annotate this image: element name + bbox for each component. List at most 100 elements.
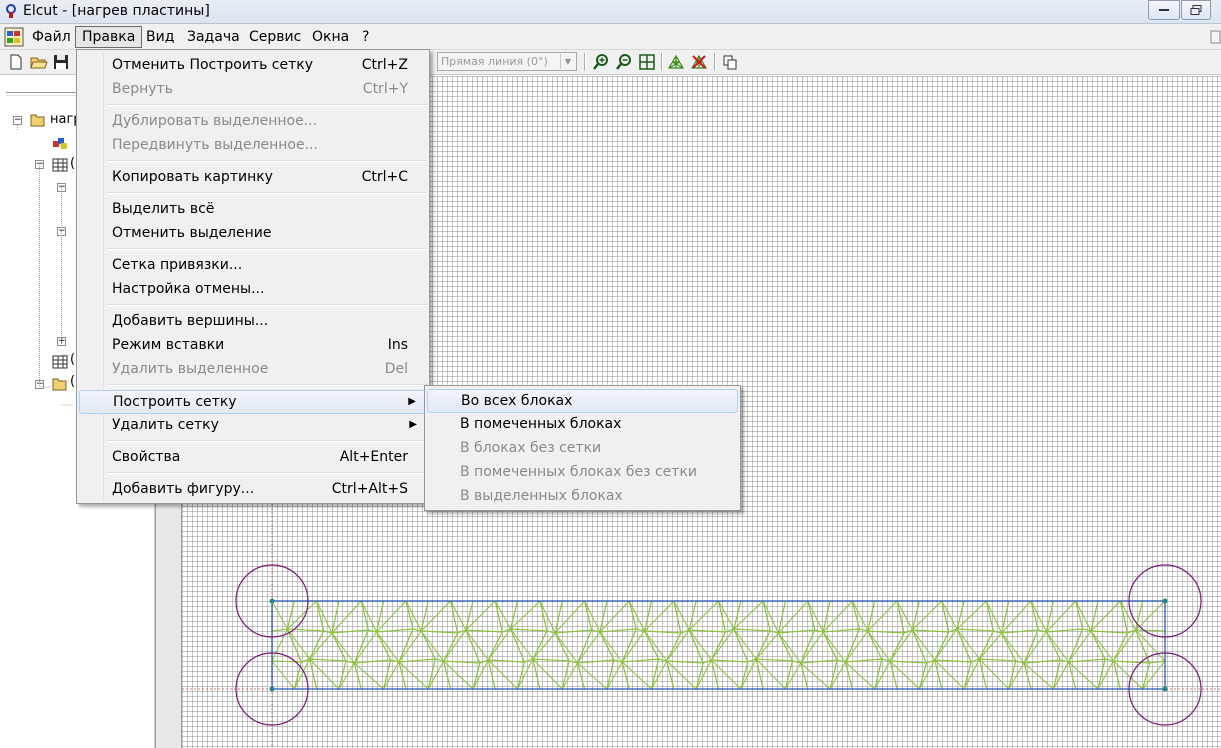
submenu-blocks-without-mesh[interactable]: В блоках без сетки <box>427 437 738 461</box>
mesh-cell <box>1000 629 1039 664</box>
edit-menu: Отменить Построить сетку Ctrl+Z Вернуть … <box>76 49 430 504</box>
mesh-cell <box>1134 629 1166 664</box>
zoom-out-icon[interactable] <box>615 53 633 71</box>
mesh-cell <box>487 628 526 663</box>
mesh-cell <box>941 600 965 633</box>
mesh-cell <box>1090 630 1129 662</box>
mesh-cell <box>1023 629 1062 664</box>
menu-item-shortcut: Ins <box>387 337 408 353</box>
mesh-cell <box>442 629 481 664</box>
menu-task[interactable]: Задача <box>181 27 246 47</box>
submenu-marked-blocks-without-mesh[interactable]: В помеченных блоках без сетки <box>427 461 738 485</box>
mesh-cell <box>494 600 519 633</box>
menu-properties[interactable]: Свойства Alt+Enter <box>79 446 427 470</box>
mesh-cell <box>717 600 742 633</box>
mesh-cell <box>398 628 437 663</box>
menu-item-label: Удалить сетку <box>112 417 219 433</box>
menu-undo-build-mesh[interactable]: Отменить Построить сетку Ctrl+Z <box>79 54 427 78</box>
mesh-cell <box>308 630 347 662</box>
zoom-fit-icon[interactable] <box>638 53 656 71</box>
mesh-cell <box>800 629 838 664</box>
elcut-app-icon[interactable] <box>3 3 20 20</box>
toolbar-separator <box>584 53 586 71</box>
menu-edit[interactable]: Правка <box>75 26 143 48</box>
save-icon[interactable] <box>52 53 70 71</box>
menu-separator <box>107 248 427 250</box>
menu-delete-selection[interactable]: Удалить выделенное Del <box>79 358 427 382</box>
menu-snap-grid[interactable]: Сетка привязки... <box>79 254 427 278</box>
build-mesh-icon[interactable] <box>667 53 685 71</box>
menu-item-label: В помеченных блоках без сетки <box>460 464 698 480</box>
mesh-cell <box>576 629 615 664</box>
mesh-cell <box>866 630 905 662</box>
remove-mesh-icon[interactable] <box>690 53 708 71</box>
menu-help[interactable]: ? <box>356 27 375 47</box>
menu-remove-mesh[interactable]: Удалить сетку ▶ <box>79 414 427 438</box>
mesh-cell <box>1067 628 1106 663</box>
mesh-cell <box>353 629 392 664</box>
menu-item-label: Отменить выделение <box>112 225 272 241</box>
menu-item-label: Настройка отмены... <box>112 281 265 297</box>
menu-add-vertices[interactable]: Добавить вершины... <box>79 310 427 334</box>
menu-item-label: Передвинуть выделенное... <box>112 137 318 153</box>
new-file-icon[interactable] <box>7 53 25 71</box>
menu-copy-picture[interactable]: Копировать картинку Ctrl+C <box>79 166 427 190</box>
submenu-all-blocks[interactable]: Во всех блоках <box>427 389 738 413</box>
mesh-cell <box>777 629 816 664</box>
mesh-cell <box>621 628 660 663</box>
mesh-cell <box>844 628 883 663</box>
menu-insert-mode[interactable]: Режим вставки Ins <box>79 334 427 358</box>
menu-item-label: Добавить фигуру... <box>112 481 255 497</box>
zoom-in-icon[interactable] <box>592 53 610 71</box>
menu-undo-settings[interactable]: Настройка отмены... <box>79 278 427 302</box>
tree-connector-lines <box>17 125 73 406</box>
menu-separator <box>107 472 427 474</box>
line-type-value: Прямая линия (0°) <box>441 55 548 68</box>
menu-move-selection[interactable]: Передвинуть выделенное... <box>79 134 427 158</box>
menu-item-label: Вернуть <box>112 81 173 97</box>
corner-vertex <box>269 686 275 692</box>
minimize-button[interactable] <box>1148 0 1180 20</box>
minimize-icon <box>1159 9 1169 11</box>
menu-file[interactable]: Файл <box>26 27 77 47</box>
menu-item-shortcut: Ctrl+Alt+S <box>331 481 408 497</box>
open-folder-icon[interactable] <box>30 53 48 71</box>
tree-collapse-toggle[interactable]: − <box>13 116 22 125</box>
menu-duplicate-selection[interactable]: Дублировать выделенное... <box>79 110 427 134</box>
corner-vertex <box>1162 686 1168 692</box>
mesh-cell <box>643 630 682 662</box>
menu-item-label: Свойства <box>112 449 181 465</box>
menu-deselect[interactable]: Отменить выделение <box>79 222 427 246</box>
menu-item-label: В помеченных блоках <box>460 416 622 432</box>
menu-select-all[interactable]: Выделить всё <box>79 198 427 222</box>
menu-item-label: Режим вставки <box>112 337 225 353</box>
menu-item-label: Построить сетку <box>113 394 237 410</box>
menu-windows[interactable]: Окна <box>306 27 355 47</box>
menu-separator <box>107 384 427 386</box>
submenu-marked-blocks[interactable]: В помеченных блоках <box>427 413 738 437</box>
mdi-restore-icon[interactable] <box>1210 30 1221 44</box>
menu-view[interactable]: Вид <box>140 27 180 47</box>
mesh-cell <box>465 629 504 664</box>
copy-picture-icon[interactable] <box>721 53 739 71</box>
menu-service[interactable]: Сервис <box>243 27 307 47</box>
document-icon[interactable] <box>4 27 24 47</box>
toolbar-separator <box>661 53 663 71</box>
menu-item-label: Дублировать выделенное... <box>112 113 318 129</box>
mesh-cell <box>710 628 749 663</box>
chevron-down-icon: ▼ <box>560 54 575 69</box>
menu-item-shortcut: Alt+Enter <box>339 449 408 465</box>
menu-redo[interactable]: Вернуть Ctrl+Y <box>79 78 427 102</box>
title-bar: Elcut - [нагрев пластины] <box>0 0 1221 24</box>
mesh-cell <box>889 629 928 664</box>
submenu-selected-blocks[interactable]: В выделенных блоках <box>427 485 738 509</box>
menu-add-shape[interactable]: Добавить фигуру... Ctrl+Alt+S <box>79 478 427 502</box>
mesh-cell <box>420 630 459 662</box>
submenu-arrow-icon: ▶ <box>408 396 416 407</box>
menu-item-shortcut: Ctrl+Z <box>361 57 408 73</box>
line-type-select[interactable]: Прямая линия (0°) ▼ <box>437 52 577 71</box>
menu-build-mesh[interactable]: Построить сетку ▶ <box>79 390 427 414</box>
mesh-cell <box>554 629 593 664</box>
restore-button[interactable] <box>1181 0 1211 20</box>
mesh-cell <box>1112 629 1151 664</box>
